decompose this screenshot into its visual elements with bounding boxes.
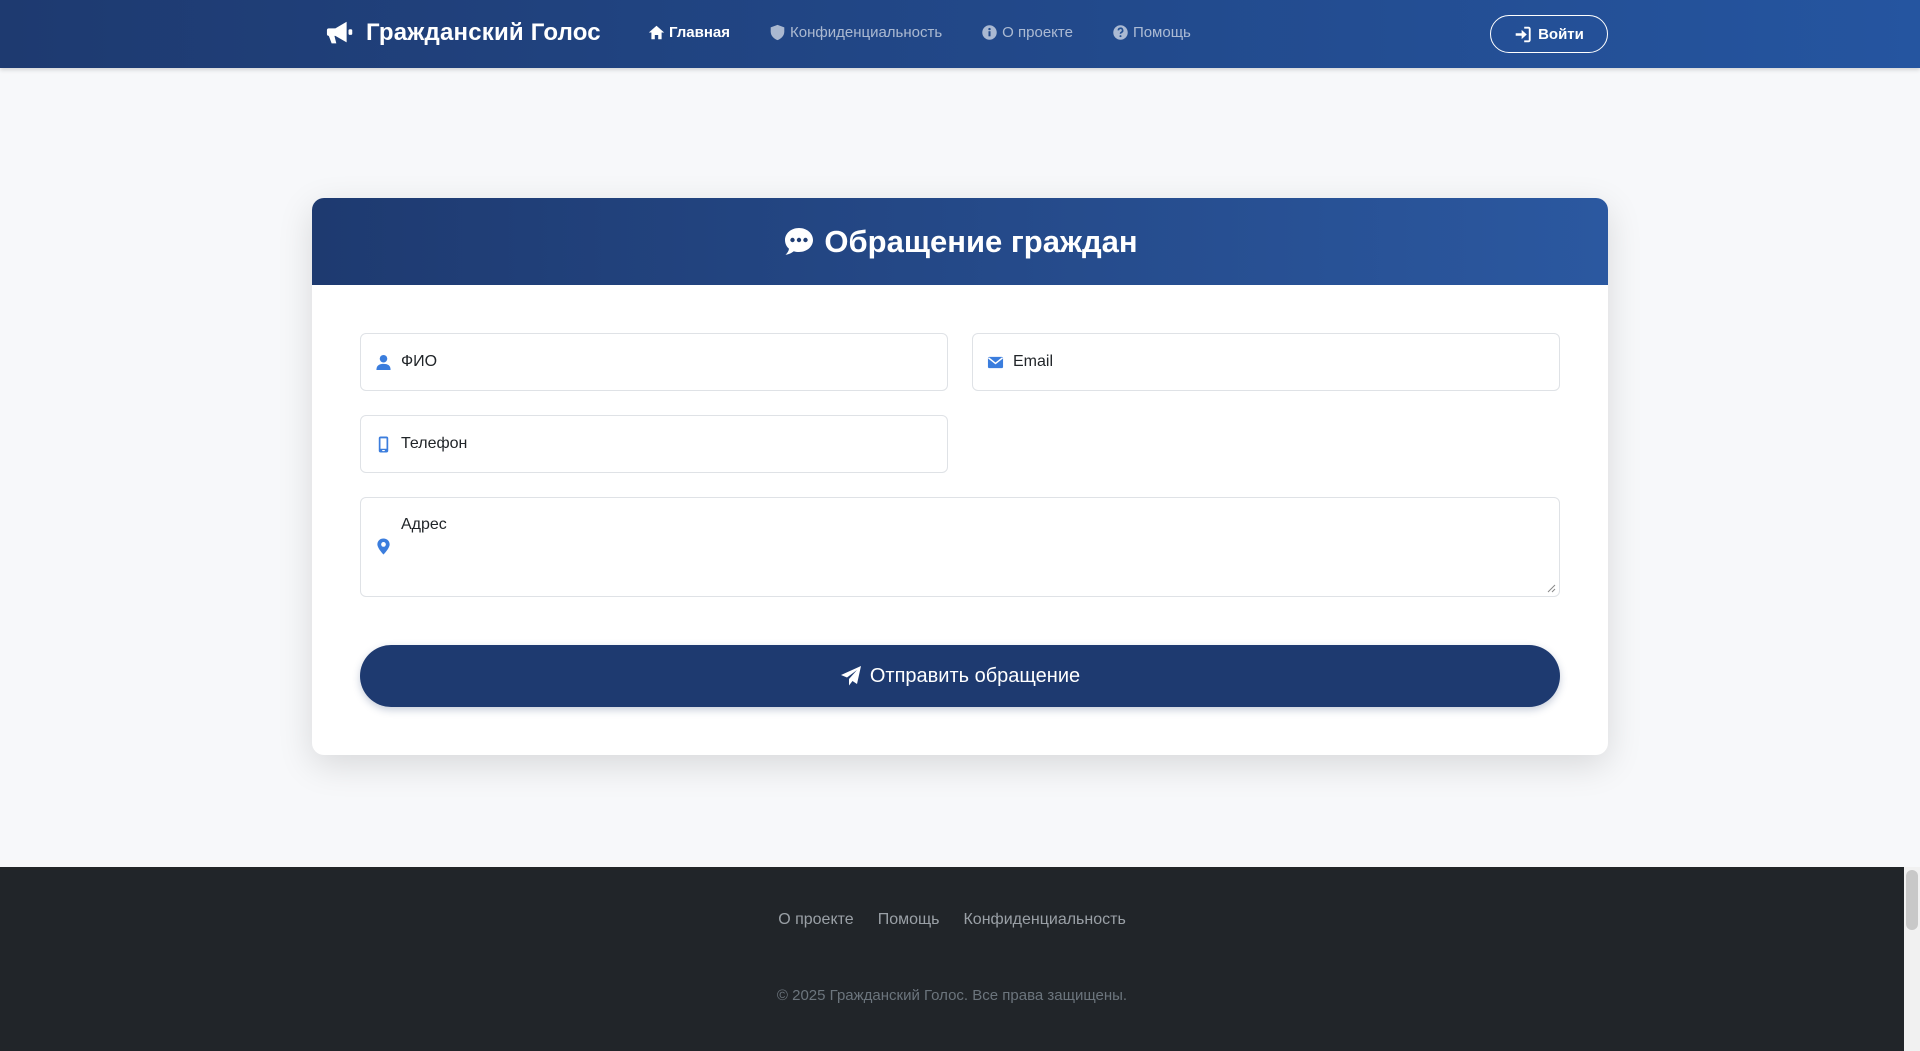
phone-field[interactable] [360,415,948,473]
map-marker-icon [377,538,390,555]
nav-link-label: О проекте [1002,24,1073,41]
email-field[interactable] [972,333,1560,391]
footer-links: О проекте Помощь Конфиденциальность [0,911,1904,929]
info-circle-icon [982,25,997,40]
mobile-icon [378,435,389,453]
footer-link-about[interactable]: О проекте [778,911,853,929]
scrollbar-thumb[interactable] [1906,870,1918,930]
submit-appeal-button[interactable]: Отправить обращение [360,645,1560,707]
login-button-label: Войти [1538,25,1584,43]
address-field[interactable] [360,497,1560,597]
paper-plane-icon [840,666,861,686]
sign-in-icon [1515,26,1531,42]
copyright-text: © 2025 Гражданский Голос. Все права защи… [776,987,1128,1004]
nav-link-label: Главная [669,24,731,41]
navbar: Гражданский Голос Главная Конфиденциальн… [0,0,1920,68]
resize-grip-icon[interactable] [1546,583,1556,593]
footer-link-privacy[interactable]: Конфиденциальность [963,911,1125,929]
comment-dots-icon [785,227,814,255]
nav-links: Главная Конфиденциальность О проекте Пом… [648,24,1230,41]
submit-button-label: Отправить обращение [869,664,1081,687]
appeal-form-card: Обращение граждан ФИО Email Телефон Адре… [312,198,1608,755]
footer-link-help[interactable]: Помощь [878,911,940,929]
brand-link[interactable]: Гражданский Голос [326,18,601,48]
fullname-field[interactable] [360,333,948,391]
form-title: Обращение граждан [824,223,1138,259]
nav-link-label: Конфиденциальность [790,24,943,41]
envelope-icon [987,356,1004,368]
megaphone-icon [326,21,353,44]
nav-link-about[interactable]: О проекте [981,24,1073,41]
nav-link-label: Помощь [1132,24,1191,41]
nav-link-help[interactable]: Помощь [1112,24,1191,41]
user-icon [376,354,391,370]
card-header: Обращение граждан [312,198,1608,285]
nav-link-privacy[interactable]: Конфиденциальность [769,24,942,41]
home-icon [648,25,665,40]
email-input[interactable] [1013,334,1549,390]
footer: О проекте Помощь Конфиденциальность © 20… [0,867,1904,1051]
brand-title: Гражданский Голос [366,19,601,46]
address-input[interactable] [401,516,1549,590]
question-circle-icon [1113,25,1128,40]
phone-input[interactable] [401,416,937,472]
nav-link-home[interactable]: Главная [648,24,730,41]
shield-icon [770,24,785,41]
fullname-input[interactable] [401,334,937,390]
login-button[interactable]: Войти [1490,15,1608,53]
